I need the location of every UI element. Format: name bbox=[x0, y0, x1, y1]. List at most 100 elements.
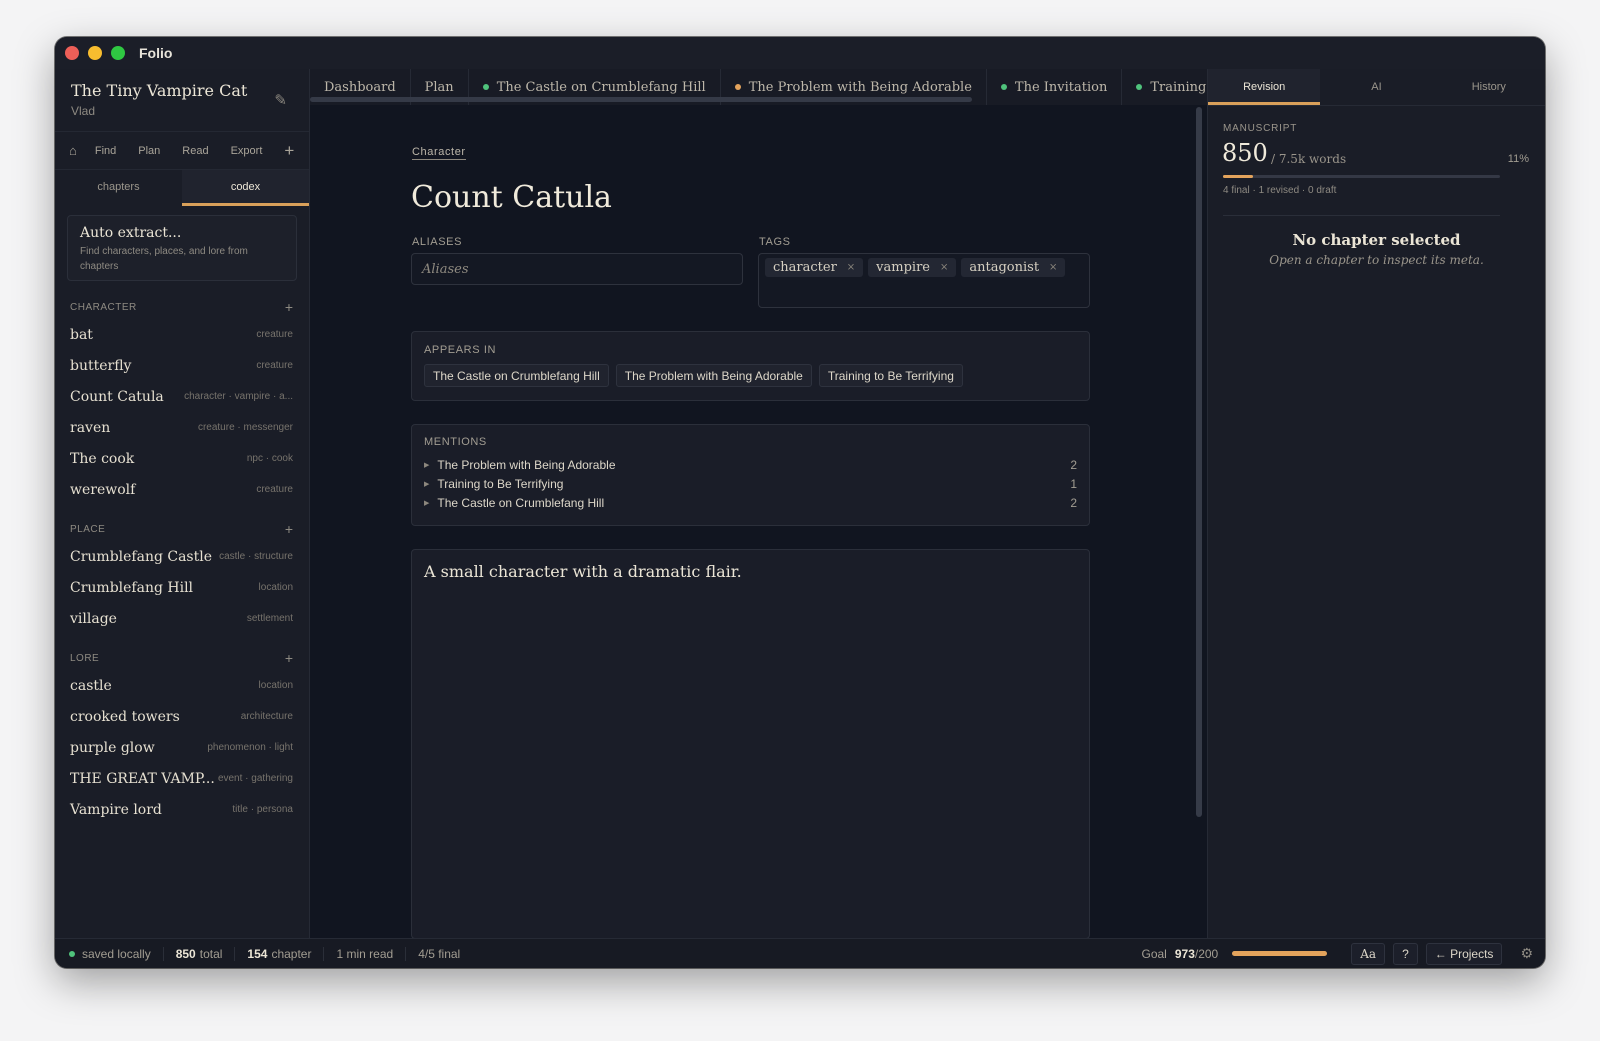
section-label: CHARACTER bbox=[70, 301, 137, 313]
caret-right-icon: ▶ bbox=[424, 499, 430, 507]
chapter-words-value: 154 bbox=[247, 946, 268, 961]
remove-tag-icon[interactable]: × bbox=[1049, 262, 1057, 273]
gear-icon[interactable]: ⚙ bbox=[1520, 945, 1533, 962]
mentions-label: MENTIONS bbox=[424, 436, 487, 448]
codex-item[interactable]: The cook npc · cook bbox=[55, 443, 309, 474]
saved-dot bbox=[69, 950, 75, 957]
tags-input[interactable]: character × vampire × antagonist × bbox=[758, 253, 1090, 308]
codex-item[interactable]: raven creature · messenger bbox=[55, 412, 309, 443]
codex-item-meta: location bbox=[258, 582, 293, 593]
help-button[interactable]: ? bbox=[1393, 942, 1418, 965]
codex-item-meta: creature · messenger bbox=[197, 422, 293, 433]
zoom-window-button[interactable] bbox=[111, 46, 125, 60]
status-dot bbox=[1136, 84, 1143, 90]
tab-codex[interactable]: codex bbox=[182, 170, 309, 206]
manuscript-word-count: 850 bbox=[1222, 139, 1268, 167]
codex-item-name: Crumblefang Hill bbox=[70, 579, 194, 596]
tab-chapters[interactable]: chapters bbox=[55, 170, 182, 206]
chapter-chip[interactable]: The Problem with Being Adorable bbox=[615, 364, 812, 387]
codex-item-name: village bbox=[70, 610, 117, 627]
empty-state-subtitle: Open a chapter to inspect its meta. bbox=[1269, 253, 1484, 267]
codex-item[interactable]: Vampire lord title · persona bbox=[55, 794, 309, 825]
entry-kind[interactable]: Character bbox=[412, 146, 466, 160]
inspector-tabs: Revision AI History bbox=[1208, 69, 1545, 106]
codex-item-meta: creature bbox=[256, 484, 293, 495]
entry-name[interactable]: Count Catula bbox=[411, 180, 612, 215]
codex-item[interactable]: THE GREAT VAMP... event · gathering bbox=[55, 763, 309, 794]
project-title: The Tiny Vampire Cat bbox=[71, 81, 248, 100]
codex-item[interactable]: werewolf creature bbox=[55, 474, 309, 505]
mention-row[interactable]: ▶ The Problem with Being Adorable 2 bbox=[424, 455, 1077, 474]
status-dot bbox=[482, 84, 489, 90]
codex-item[interactable]: village settlement bbox=[55, 603, 309, 634]
nav-plan[interactable]: Plan bbox=[138, 145, 160, 157]
main-scrollbar[interactable] bbox=[1196, 107, 1202, 817]
total-words: 850 total bbox=[164, 946, 236, 961]
tab-ai[interactable]: AI bbox=[1320, 69, 1432, 105]
remove-tag-icon[interactable]: × bbox=[847, 262, 855, 273]
chapter-words: 154 chapter bbox=[235, 946, 325, 961]
mention-row[interactable]: ▶ The Castle on Crumblefang Hill 2 bbox=[424, 493, 1077, 512]
codex-item-name: Crumblefang Castle bbox=[70, 548, 213, 565]
remove-tag-icon[interactable]: × bbox=[940, 262, 948, 273]
nav-export[interactable]: Export bbox=[231, 145, 263, 157]
nav-find[interactable]: Find bbox=[95, 145, 116, 157]
nav-read[interactable]: Read bbox=[182, 145, 208, 157]
total-words-label: total bbox=[199, 946, 223, 961]
divider bbox=[1223, 215, 1500, 216]
section-lore: LORE + bbox=[55, 646, 309, 670]
tab-label: Plan bbox=[424, 79, 454, 95]
codex-item[interactable]: Crumblefang Castle castle · structure bbox=[55, 541, 309, 572]
codex-item-meta: architecture bbox=[240, 711, 293, 722]
close-window-button[interactable] bbox=[65, 46, 79, 60]
codex-item[interactable]: crooked towers architecture bbox=[55, 701, 309, 732]
mention-title: Training to Be Terrifying bbox=[437, 476, 564, 491]
codex-item[interactable]: bat creature bbox=[55, 319, 309, 350]
notes-editor[interactable]: A small character with a dramatic flair. bbox=[411, 549, 1090, 939]
section-character: CHARACTER + bbox=[55, 295, 309, 319]
goal-num: 973 bbox=[1174, 946, 1195, 961]
manuscript-status: 4 final · 1 revised · 0 draft bbox=[1223, 185, 1337, 196]
titlebar: Folio bbox=[55, 37, 1545, 69]
tag-label: character bbox=[773, 260, 837, 275]
auto-extract-button[interactable]: Auto extract... Find characters, places,… bbox=[67, 215, 297, 281]
tab-revision[interactable]: Revision bbox=[1208, 69, 1321, 105]
tab-chapter[interactable]: Training to Be Terrifying bbox=[1122, 69, 1212, 105]
mention-row[interactable]: ▶ Training to Be Terrifying 1 bbox=[424, 474, 1077, 493]
auto-extract-title: Auto extract... bbox=[80, 225, 182, 241]
codex-item[interactable]: butterfly creature bbox=[55, 350, 309, 381]
pencil-icon[interactable]: ✎ bbox=[274, 91, 287, 109]
add-character-icon[interactable]: + bbox=[285, 299, 293, 315]
codex-item[interactable]: Count Catula character · vampire · a... bbox=[55, 381, 309, 412]
tab-label: The Invitation bbox=[1014, 79, 1108, 95]
inspector-panel: Revision AI History MANUSCRIPT 850 / 7.5… bbox=[1207, 69, 1545, 938]
add-lore-icon[interactable]: + bbox=[285, 650, 293, 666]
codex-item-meta: settlement bbox=[246, 613, 293, 624]
aliases-input[interactable]: Aliases bbox=[411, 253, 743, 285]
tab-chapter[interactable]: The Invitation bbox=[987, 69, 1123, 105]
codex-item[interactable]: purple glow phenomenon · light bbox=[55, 732, 309, 763]
minimize-window-button[interactable] bbox=[88, 46, 102, 60]
plus-icon[interactable]: + bbox=[284, 141, 294, 161]
home-icon[interactable]: ⌂ bbox=[69, 143, 77, 158]
tags-label: TAGS bbox=[759, 236, 791, 248]
chapter-chip[interactable]: The Castle on Crumblefang Hill bbox=[424, 364, 609, 387]
add-place-icon[interactable]: + bbox=[285, 521, 293, 537]
section-label: LORE bbox=[70, 652, 100, 664]
projects-button[interactable]: ← Projects bbox=[1425, 942, 1503, 965]
chapter-chip[interactable]: Training to Be Terrifying bbox=[818, 364, 963, 387]
codex-item[interactable]: Crumblefang Hill location bbox=[55, 572, 309, 603]
tab-history[interactable]: History bbox=[1433, 69, 1545, 105]
codex-item-name: crooked towers bbox=[70, 708, 180, 725]
section-label: PLACE bbox=[70, 523, 106, 535]
manuscript-progress-bar bbox=[1223, 175, 1500, 178]
goal-progress-bar bbox=[1232, 951, 1328, 956]
status-bar: saved locally 850 total 154 chapter 1 min … bbox=[55, 938, 1545, 968]
font-settings-button[interactable]: Aa bbox=[1351, 942, 1386, 965]
tabs-scrollbar[interactable] bbox=[310, 97, 972, 102]
codex-item[interactable]: castle location bbox=[55, 670, 309, 701]
tab-label: Dashboard bbox=[324, 79, 396, 95]
codex-item-name: butterfly bbox=[70, 357, 132, 374]
tag-chip: vampire × bbox=[868, 258, 957, 277]
mention-count: 1 bbox=[1070, 476, 1077, 491]
